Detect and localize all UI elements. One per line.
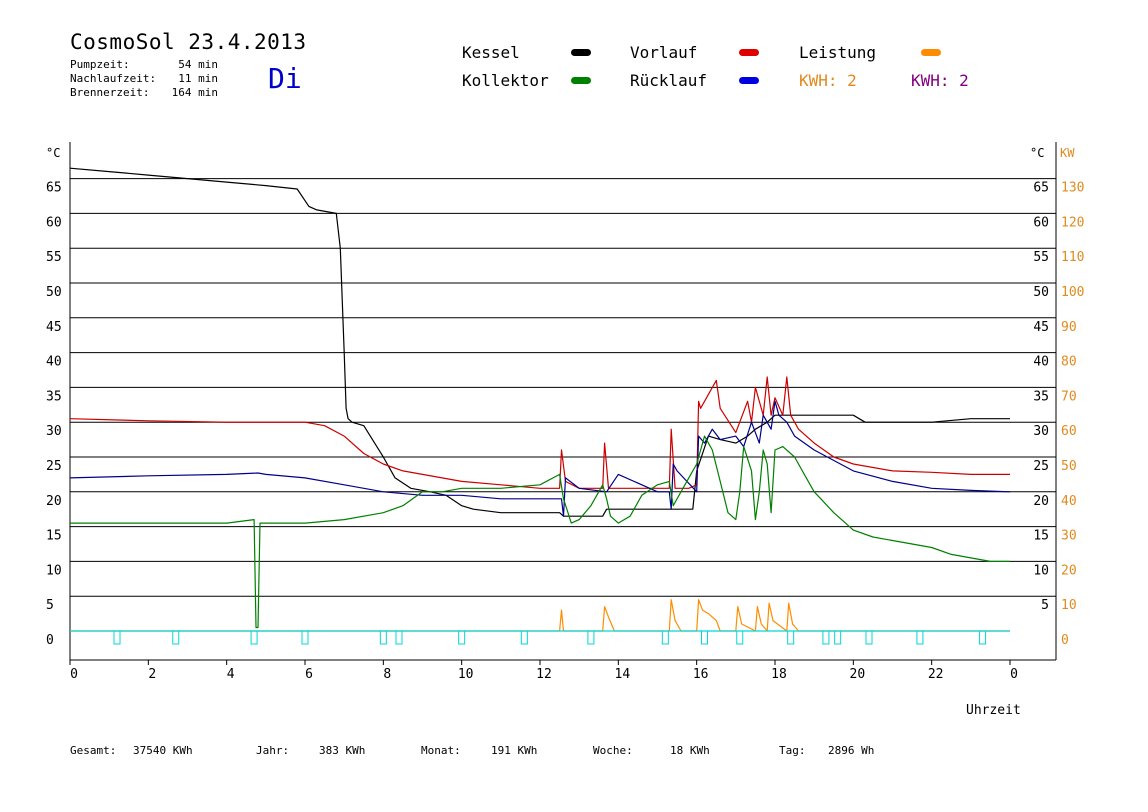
x-tick-label: 10 [458,667,474,682]
y-tick-left: 45 [46,320,62,335]
footer-jahr-value: 383 KWh [319,744,366,757]
pump-marker [822,630,830,645]
y-tick-right-kw: 50 [1061,459,1077,474]
y-tick-right: 55 [1033,250,1049,265]
y-tick-right: 15 [1033,529,1049,544]
y-tick-right: 35 [1033,389,1049,404]
x-tick-label: 4 [227,667,235,682]
pump-marker [113,630,121,645]
pump-marker [250,630,258,645]
series-kessel [69,167,1010,517]
y-tick-left: 55 [46,250,62,265]
y-tick-right-kw: 60 [1061,424,1077,439]
y-tick-left: 40 [46,355,62,370]
y-tick-right: 40 [1033,355,1049,370]
pump-marker [301,630,309,645]
unit-right-label: °C [1030,146,1044,160]
y-tick-right: 65 [1033,181,1049,196]
x-tick-label: 14 [615,667,631,682]
pump-marker [458,630,466,645]
footer-woche-label: Woche: [593,744,633,757]
pump-marker [172,630,180,645]
y-tick-left: 65 [46,181,62,196]
x-tick-label: 0 [70,667,78,682]
x-tick-label: 20 [850,667,866,682]
y-tick-right-kw: 90 [1061,320,1077,335]
series-vorlauf [69,376,1010,489]
x-tick-label: 6 [305,667,313,682]
pump-marker [979,630,987,645]
pump-marker [661,630,669,645]
pump-marker [587,630,595,645]
x-tick-label: 18 [771,667,787,682]
chart-grid [70,178,1056,597]
y-tick-left: 60 [46,215,62,230]
y-tick-right-kw: 0 [1061,633,1069,648]
unit-left-label: °C [46,146,60,160]
y-tick-right-kw: 100 [1061,285,1084,300]
y-tick-right-kw: 10 [1061,598,1077,613]
y-tick-left: 35 [46,389,62,404]
x-tick-label: 0 [1010,667,1018,682]
x-tick-label: 12 [536,667,552,682]
footer-gesamt-value: 37540 KWh [133,744,193,757]
x-tick-label: 22 [928,667,944,682]
footer-monat-value: 191 KWh [491,744,538,757]
series-kollektor [70,435,1010,629]
x-tick-label: 2 [148,667,156,682]
y-tick-right-kw: 30 [1061,529,1077,544]
series-ruecklauf [69,400,1011,517]
y-tick-left: 15 [46,529,62,544]
y-tick-right: 50 [1033,285,1049,300]
y-tick-left: 50 [46,285,62,300]
y-tick-left: 25 [46,459,62,474]
series-leistung [70,599,1010,632]
y-tick-right: 5 [1041,598,1049,613]
y-tick-left: 5 [46,598,54,613]
chart-pump-markers [113,630,987,645]
pump-marker [701,630,708,645]
y-tick-right-kw: 80 [1061,355,1077,370]
pump-marker [834,630,842,645]
pump-marker [395,630,403,645]
y-tick-right-kw: 120 [1061,215,1084,230]
y-tick-left: 10 [46,563,62,578]
footer-gesamt-label: Gesamt: [70,744,117,757]
chart-ticks: 0510152025303540455055606551015202530354… [46,181,1084,682]
pump-marker [379,630,387,645]
y-tick-right: 30 [1033,424,1049,439]
pump-marker [736,630,744,645]
x-tick-label: 8 [383,667,391,682]
x-axis-label: Uhrzeit [966,703,1021,718]
y-tick-left: 0 [46,633,54,648]
footer-monat-label: Monat: [421,744,461,757]
x-tick-label: 16 [693,667,709,682]
y-tick-right: 20 [1033,494,1049,509]
y-tick-left: 20 [46,494,62,509]
y-tick-right-kw: 20 [1061,563,1077,578]
pump-marker [787,630,795,645]
footer-tag-value: 2896 Wh [828,744,875,757]
footer-woche-value: 18 KWh [670,744,710,757]
footer-tag-label: Tag: [779,744,806,757]
y-tick-right-kw: 70 [1061,389,1077,404]
y-tick-right: 25 [1033,459,1049,474]
temperature-chart: 0510152025303540455055606551015202530354… [46,142,1084,718]
chart-axes [69,142,1057,661]
pump-marker [865,630,873,645]
pump-marker [916,630,924,645]
y-tick-right-kw: 40 [1061,494,1077,509]
y-tick-right-kw: 110 [1061,250,1084,265]
footer-jahr-label: Jahr: [256,744,290,757]
y-tick-right: 45 [1033,320,1049,335]
y-tick-right-kw: 130 [1061,181,1084,196]
y-tick-right: 60 [1033,215,1049,230]
unit-right-kw-label: KW [1060,146,1075,160]
y-tick-right: 10 [1033,563,1049,578]
y-tick-left: 30 [46,424,62,439]
pump-marker [520,630,528,645]
